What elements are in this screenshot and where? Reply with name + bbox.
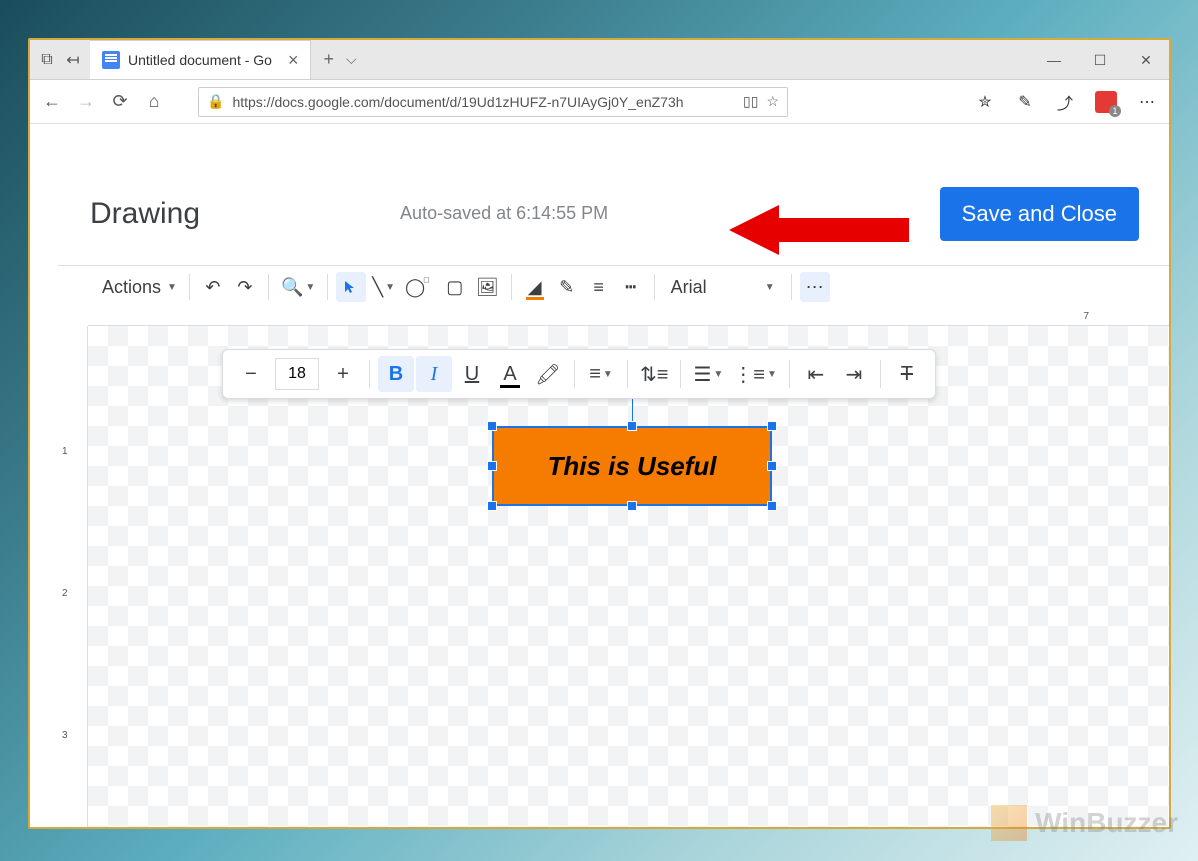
tab-action-icon[interactable]: ⧉ xyxy=(38,51,56,69)
actions-menu[interactable]: Actions▼ xyxy=(94,272,181,302)
resize-handle-br[interactable] xyxy=(767,501,777,511)
border-color-icon[interactable]: ✎ xyxy=(552,272,582,302)
resize-handle-tr[interactable] xyxy=(767,421,777,431)
text-color-icon[interactable]: A xyxy=(492,356,528,392)
resize-handle-t[interactable] xyxy=(627,421,637,431)
home-icon[interactable]: ⌂ xyxy=(144,92,164,112)
selected-textbox[interactable]: This is Useful xyxy=(492,426,772,506)
fontsize-input[interactable]: 18 xyxy=(275,358,319,390)
minimize-icon[interactable]: — xyxy=(1031,40,1077,80)
window-controls: — ☐ ✕ xyxy=(1031,40,1169,79)
refresh-icon[interactable]: ⟳ xyxy=(110,92,130,112)
ruler-mark: 7 xyxy=(1083,311,1089,322)
select-tool-icon[interactable] xyxy=(336,272,366,302)
address-bar[interactable]: 🔒 https://docs.google.com/document/d/19U… xyxy=(198,87,788,117)
highlight-icon[interactable]: 🖍 xyxy=(530,356,566,392)
new-tab-area: + ⌵ xyxy=(311,40,368,79)
zoom-icon[interactable]: 🔍▼ xyxy=(277,272,319,302)
watermark: WinBuzzer xyxy=(991,805,1178,841)
line-tool-icon[interactable]: ╲▼ xyxy=(368,272,399,302)
resize-handle-bl[interactable] xyxy=(487,501,497,511)
redo-icon[interactable]: ↷ xyxy=(230,272,260,302)
increase-fontsize-icon[interactable]: + xyxy=(325,356,361,392)
tab-title: Untitled document - Go xyxy=(128,52,272,68)
reading-mode-icon[interactable]: ▯▯ xyxy=(743,93,758,110)
annotation-arrow xyxy=(729,200,909,265)
dialog-header: Drawing Auto-saved at 6:14:55 PM Save an… xyxy=(58,162,1169,266)
ruler-mark: 3 xyxy=(62,730,68,741)
textbox-content[interactable]: This is Useful xyxy=(492,426,772,506)
undo-icon[interactable]: ↶ xyxy=(198,272,228,302)
drawing-canvas[interactable]: This is Useful xyxy=(88,326,1169,828)
textbox-tool-icon[interactable]: ▢ xyxy=(440,272,470,302)
drawing-toolbar: Actions▼ ↶ ↷ 🔍▼ ╲▼ ◯◻ ▢ 🖼 ◢ ✎ ≡ ┅ Arial▼… xyxy=(58,266,1169,308)
favorite-star-icon[interactable]: ☆ xyxy=(766,93,779,110)
numbered-list-icon[interactable]: ☰▼ xyxy=(689,356,727,392)
font-dropdown[interactable]: Arial▼ xyxy=(663,272,783,302)
shape-tool-icon[interactable]: ◯◻ xyxy=(401,272,438,302)
extension-badge-icon[interactable] xyxy=(1095,91,1117,113)
text-formatting-toolbar: − 18 + B I U A 🖍 ≡▼ ⇅≡ ☰▼ ⋮≡▼ ⇤ ⇥ xyxy=(222,349,936,399)
border-weight-icon[interactable]: ≡ xyxy=(584,272,614,302)
ruler-mark: 2 xyxy=(62,588,68,599)
tab-action-buttons: ⧉ ↤ xyxy=(30,40,90,79)
drawing-dialog: Drawing Auto-saved at 6:14:55 PM Save an… xyxy=(58,162,1169,827)
fill-color-icon[interactable]: ◢ xyxy=(520,272,550,302)
ruler-mark: 1 xyxy=(62,446,68,457)
more-options-icon[interactable]: ⋯ xyxy=(800,272,830,302)
tab-menu-icon[interactable]: ⌵ xyxy=(346,51,357,68)
more-menu-icon[interactable]: ⋯ xyxy=(1137,92,1157,112)
resize-handle-r[interactable] xyxy=(767,461,777,471)
decrease-fontsize-icon[interactable]: − xyxy=(233,356,269,392)
resize-handle-tl[interactable] xyxy=(487,421,497,431)
dialog-title: Drawing xyxy=(90,197,200,231)
titlebar: ⧉ ↤ Untitled document - Go × + ⌵ — ☐ ✕ xyxy=(30,40,1169,80)
favorites-icon[interactable]: ✮ xyxy=(975,92,995,112)
browser-toolbar: ← → ⟳ ⌂ 🔒 https://docs.google.com/docume… xyxy=(30,80,1169,124)
line-spacing-icon[interactable]: ⇅≡ xyxy=(636,356,672,392)
lock-icon: 🔒 xyxy=(207,93,224,110)
clear-formatting-icon[interactable]: T xyxy=(889,356,925,392)
tab-aside-icon[interactable]: ↤ xyxy=(64,51,82,69)
underline-icon[interactable]: U xyxy=(454,356,490,392)
browser-window: ⧉ ↤ Untitled document - Go × + ⌵ — ☐ ✕ ←… xyxy=(28,38,1171,829)
back-icon[interactable]: ← xyxy=(42,92,62,112)
save-and-close-button[interactable]: Save and Close xyxy=(940,187,1139,241)
border-dash-icon[interactable]: ┅ xyxy=(616,272,646,302)
close-tab-icon[interactable]: × xyxy=(288,50,299,71)
bold-icon[interactable]: B xyxy=(378,356,414,392)
canvas-area: 7 1 2 3 This is Useful xyxy=(58,308,1169,828)
watermark-logo-icon xyxy=(991,805,1027,841)
resize-handle-b[interactable] xyxy=(627,501,637,511)
forward-icon: → xyxy=(76,92,96,112)
bulleted-list-icon[interactable]: ⋮≡▼ xyxy=(729,356,781,392)
image-tool-icon[interactable]: 🖼 xyxy=(472,272,503,302)
browser-tab[interactable]: Untitled document - Go × xyxy=(90,40,311,79)
maximize-icon[interactable]: ☐ xyxy=(1077,40,1123,80)
new-tab-icon[interactable]: + xyxy=(323,49,334,70)
close-window-icon[interactable]: ✕ xyxy=(1123,40,1169,80)
align-icon[interactable]: ≡▼ xyxy=(583,356,619,392)
watermark-text: WinBuzzer xyxy=(1035,807,1178,839)
url-text: https://docs.google.com/document/d/19Ud1… xyxy=(232,94,735,110)
autosave-status: Auto-saved at 6:14:55 PM xyxy=(400,203,608,224)
extension-icons: ✮ ✎ ⤴ ⋯ xyxy=(975,91,1157,113)
share-icon[interactable]: ⤴ xyxy=(1055,92,1075,112)
italic-icon[interactable]: I xyxy=(416,356,452,392)
decrease-indent-icon[interactable]: ⇤ xyxy=(798,356,834,392)
notes-icon[interactable]: ✎ xyxy=(1015,92,1035,112)
resize-handle-l[interactable] xyxy=(487,461,497,471)
vertical-ruler: 1 2 3 xyxy=(58,326,88,828)
docs-favicon-icon xyxy=(102,51,120,69)
increase-indent-icon[interactable]: ⇥ xyxy=(836,356,872,392)
rotate-connector xyxy=(632,396,633,422)
horizontal-ruler: 7 xyxy=(88,308,1169,326)
